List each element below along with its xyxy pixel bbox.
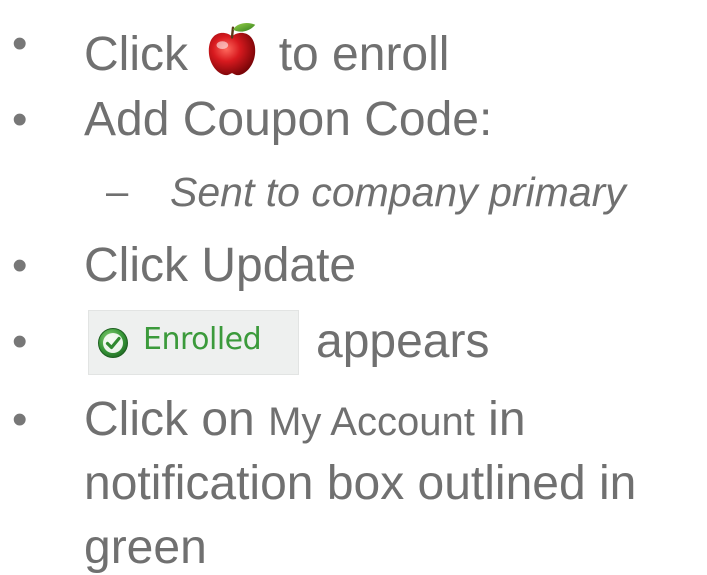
step-click-my-account-line3: green: [84, 521, 207, 574]
bullet-marker: •: [12, 395, 28, 444]
step-add-coupon-code: Add Coupon Code:: [84, 93, 493, 146]
check-circle-icon: [98, 328, 128, 358]
step-click-my-account: Click on My Account in: [84, 396, 526, 444]
bullet-marker: •: [12, 95, 28, 144]
step-click-my-account-line2: notification box outlined in: [84, 457, 637, 510]
bullet-marker: •: [12, 241, 28, 290]
step-appears-text: appears: [316, 315, 490, 368]
step-click-to-enroll: Click to enroll: [84, 20, 449, 79]
sub-step-sent-to-company-primary: Sent to company primary: [170, 169, 626, 215]
step-text-suffix: in: [488, 393, 526, 446]
bullet-marker: •: [12, 19, 28, 68]
step-text-suffix: to enroll: [278, 28, 450, 81]
enrolled-badge-label: Enrolled: [143, 322, 262, 357]
sub-bullet-marker: –: [106, 170, 129, 214]
my-account-reference: My Account: [268, 400, 475, 444]
apple-icon: [209, 23, 256, 76]
step-text: Click on: [84, 393, 255, 446]
bullet-marker: •: [12, 317, 28, 366]
enrolled-badge: Enrolled: [88, 310, 299, 375]
step-text: Click: [84, 28, 188, 81]
step-click-update: Click Update: [84, 239, 357, 292]
